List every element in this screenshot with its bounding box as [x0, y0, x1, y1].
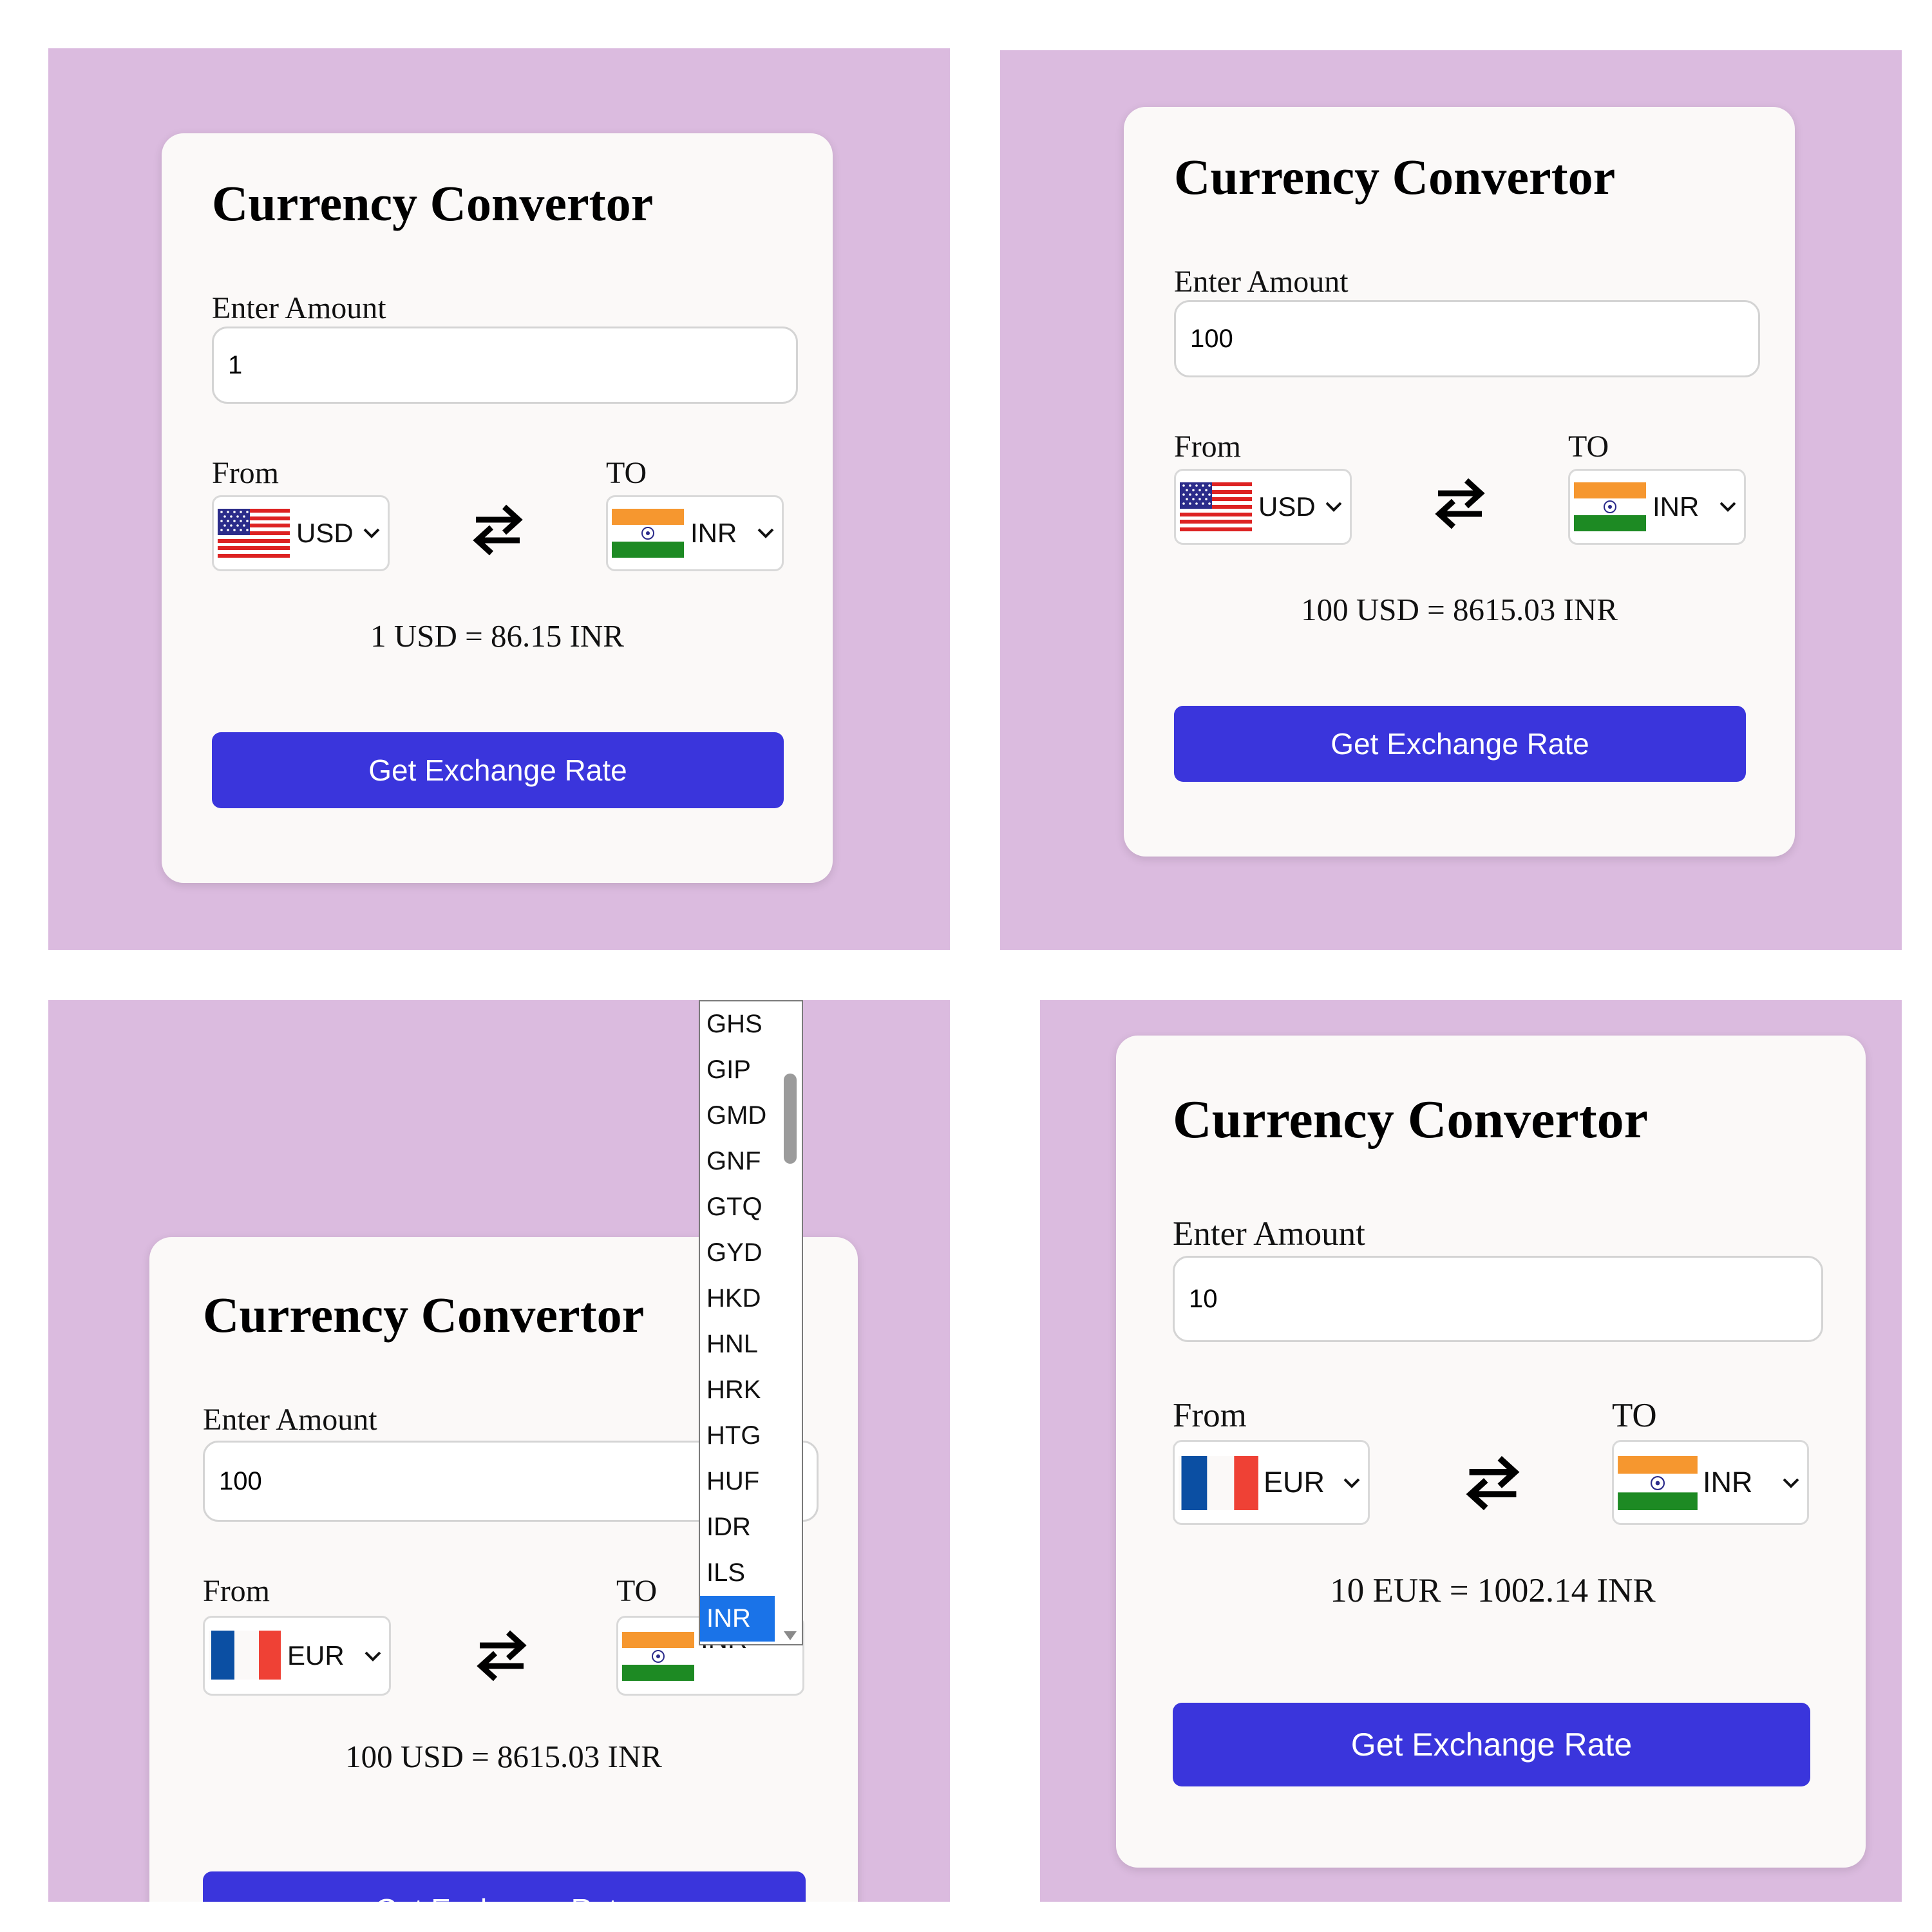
swap-icon[interactable]	[1464, 1454, 1522, 1512]
from-label: From	[212, 456, 279, 490]
to-currency-select[interactable]: INR	[1612, 1440, 1809, 1525]
currency-dropdown-list[interactable]: GHS GIP GMD GNF GTQ GYD HKD HNL HRK HTG HUF IDR ILS I…	[699, 1000, 803, 1645]
france-flag-icon	[1179, 1456, 1258, 1510]
from-label: From	[1173, 1397, 1247, 1434]
from-currency-select[interactable]: EUR	[203, 1616, 391, 1696]
panel-2: Currency Convertor Enter Amount 100 From…	[1000, 50, 1902, 950]
india-flag-icon	[1618, 1456, 1698, 1510]
amount-label: Enter Amount	[212, 291, 386, 325]
swap-icon[interactable]	[1433, 477, 1487, 531]
dropdown-option[interactable]: HTG	[700, 1413, 775, 1459]
scrollbar-thumb[interactable]	[784, 1074, 797, 1164]
get-exchange-rate-button[interactable]: Get Exchange Rate	[212, 732, 784, 808]
chevron-down-icon	[363, 528, 380, 538]
dropdown-option[interactable]: INR	[700, 1596, 775, 1642]
panel-1: Currency Convertor Enter Amount 1 From T…	[48, 48, 950, 950]
amount-input[interactable]: 10	[1173, 1256, 1823, 1342]
exchange-result: 10 EUR = 1002.14 INR	[1330, 1572, 1656, 1609]
chevron-down-icon	[1783, 1478, 1799, 1488]
from-currency-code: USD	[1258, 491, 1316, 522]
page-title: Currency Convertor	[1173, 1090, 1648, 1150]
dropdown-option[interactable]: GIP	[700, 1047, 775, 1093]
converter-card: Currency Convertor Enter Amount 100 From…	[1124, 107, 1795, 857]
to-label: TO	[1568, 430, 1609, 464]
swap-icon[interactable]	[475, 1629, 529, 1683]
dropdown-option[interactable]: HKD	[700, 1276, 775, 1321]
dropdown-option[interactable]: HRK	[700, 1367, 775, 1413]
exchange-result: 100 USD = 8615.03 INR	[1301, 592, 1618, 627]
from-label: From	[1174, 430, 1242, 464]
amount-input[interactable]: 100	[1174, 300, 1760, 377]
dropdown-option[interactable]: GTQ	[700, 1184, 775, 1230]
france-flag-icon	[209, 1631, 281, 1680]
chevron-down-icon	[1325, 502, 1342, 511]
us-flag-icon	[1180, 482, 1252, 531]
page-title: Currency Convertor	[1174, 149, 1616, 205]
from-currency-code: EUR	[287, 1640, 345, 1671]
to-currency-code: INR	[1653, 491, 1700, 522]
page-title: Currency Convertor	[203, 1287, 645, 1343]
us-flag-icon	[218, 509, 290, 558]
exchange-result: 1 USD = 86.15 INR	[370, 618, 624, 654]
to-label: TO	[606, 456, 647, 490]
get-exchange-rate-button[interactable]: Get Exchange Rate	[1173, 1703, 1810, 1786]
dropdown-option[interactable]: ILS	[700, 1550, 775, 1596]
to-label: TO	[1612, 1397, 1657, 1434]
amount-label: Enter Amount	[1173, 1215, 1365, 1253]
chevron-down-icon	[1343, 1478, 1360, 1488]
dropdown-option[interactable]: GNF	[700, 1139, 775, 1184]
india-flag-icon	[622, 1632, 694, 1681]
chevron-down-icon	[1719, 502, 1736, 511]
to-label: TO	[616, 1574, 658, 1608]
india-flag-icon	[1574, 482, 1646, 531]
dropdown-option[interactable]: IDR	[700, 1504, 775, 1550]
dropdown-option[interactable]: HUF	[700, 1459, 775, 1504]
dropdown-option[interactable]: GHS	[700, 1001, 775, 1047]
converter-card: Currency Convertor Enter Amount 10 From …	[1116, 1036, 1866, 1868]
chevron-down-icon	[365, 1651, 381, 1661]
to-currency-select[interactable]: INR	[606, 495, 784, 571]
chevron-down-icon	[757, 528, 774, 538]
from-currency-select[interactable]: USD	[212, 495, 390, 571]
from-currency-select[interactable]: EUR	[1173, 1440, 1370, 1525]
get-exchange-rate-button[interactable]: Get Exchange Rate	[1174, 706, 1746, 782]
dropdown-option[interactable]: GMD	[700, 1093, 775, 1139]
exchange-result: 100 USD = 8615.03 INR	[345, 1739, 662, 1774]
from-currency-code: USD	[296, 518, 354, 548]
scroll-down-arrow-icon[interactable]	[782, 1630, 798, 1642]
from-currency-code: EUR	[1264, 1466, 1325, 1499]
panel-3: Currency Convertor Enter Amount 100 From…	[48, 1000, 950, 1902]
swap-icon[interactable]	[471, 503, 525, 557]
dropdown-option[interactable]: GYD	[700, 1230, 775, 1276]
from-currency-select[interactable]: USD	[1174, 469, 1352, 545]
amount-input[interactable]: 1	[212, 327, 798, 404]
page-title: Currency Convertor	[212, 175, 654, 231]
to-currency-select[interactable]: INR	[1568, 469, 1746, 545]
dropdown-option[interactable]: HNL	[700, 1321, 775, 1367]
amount-label: Enter Amount	[203, 1403, 377, 1437]
from-label: From	[203, 1574, 270, 1608]
to-currency-code: INR	[1703, 1466, 1753, 1499]
amount-label: Enter Amount	[1174, 265, 1349, 299]
get-exchange-rate-button[interactable]: Get Exchange Rate	[203, 1871, 806, 1902]
panel-4: Currency Convertor Enter Amount 10 From …	[1040, 1000, 1902, 1902]
converter-card: Currency Convertor Enter Amount 1 From T…	[162, 133, 833, 883]
to-currency-code: INR	[690, 518, 737, 548]
india-flag-icon	[612, 509, 684, 558]
